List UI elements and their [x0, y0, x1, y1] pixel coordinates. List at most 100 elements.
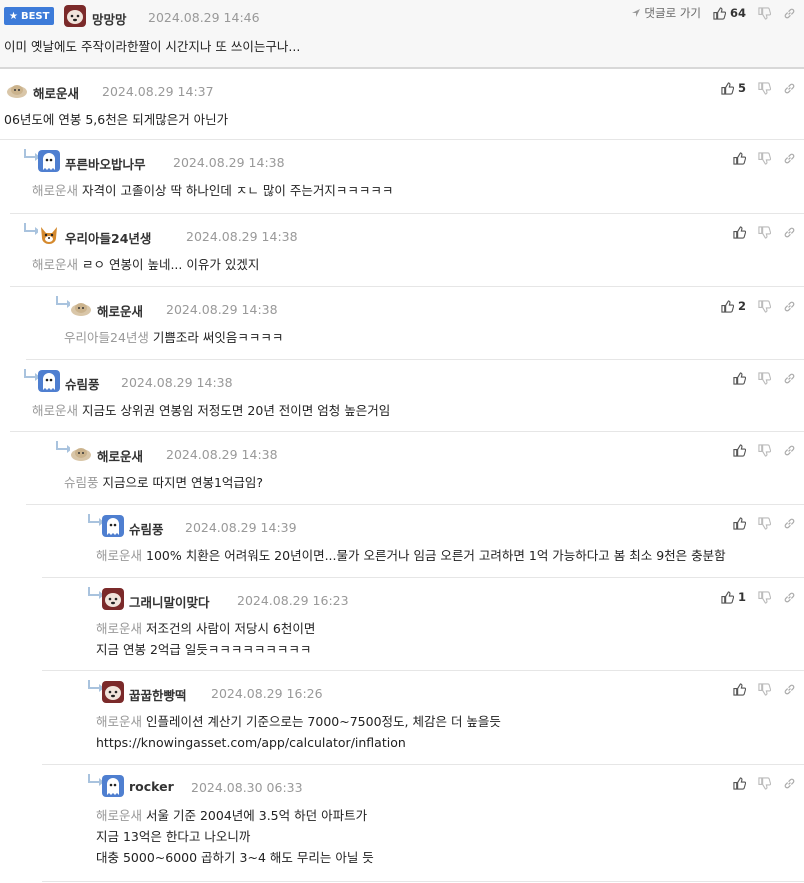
link-button[interactable] [783, 152, 796, 165]
ghost-avatar-icon [38, 150, 60, 172]
avatar[interactable] [38, 150, 60, 172]
reply-arrow-icon [88, 514, 104, 526]
dislike-button[interactable] [758, 372, 771, 385]
comment-text-line: 지금으로 따지면 연봉1억급임? [102, 475, 264, 490]
mention-tag[interactable]: 슈림풍 [64, 475, 99, 490]
mention-tag[interactable]: 해로운새 [96, 548, 142, 563]
dog-red-avatar-icon [64, 5, 86, 27]
link-button[interactable] [783, 444, 796, 457]
avatar[interactable] [102, 515, 124, 537]
dislike-button[interactable] [758, 226, 771, 239]
link-button[interactable] [783, 517, 796, 530]
comment-text-line: 대충 5000~6000 곱하기 3~4 해도 무리는 아닐 듯 [96, 850, 374, 865]
link-icon [784, 8, 795, 18]
dislike-button[interactable] [758, 299, 771, 313]
like-button[interactable] [733, 683, 746, 696]
comment-item: 우리아들24년생 2024.08.29 14:38 해로운새 ㄹㅇ 연봉이 높네..… [10, 215, 804, 287]
mention-tag[interactable]: 해로운새 [32, 257, 78, 272]
thumbs-down-icon [758, 372, 771, 385]
like-button[interactable] [733, 226, 746, 239]
comment-text-line: 기쁨조라 써잇음ㅋㅋㅋㅋ [152, 330, 284, 345]
link-button[interactable] [783, 7, 796, 20]
like-button[interactable] [733, 444, 746, 457]
avatar[interactable] [70, 297, 92, 319]
like-button[interactable]: 1 [721, 590, 746, 604]
avatar[interactable] [102, 775, 124, 797]
comment-text-line: 저조건의 사람이 저당시 6천이면 [146, 621, 316, 636]
dislike-button[interactable] [758, 517, 771, 530]
comment-author[interactable]: 해로운새 [33, 83, 79, 102]
thumbs-up-icon [733, 517, 746, 530]
dislike-button[interactable] [758, 444, 771, 457]
ghost-avatar-icon [102, 775, 124, 797]
like-button[interactable]: 2 [721, 299, 746, 313]
avatar[interactable] [6, 79, 28, 101]
link-icon [783, 226, 796, 239]
comment-author[interactable]: rocker [129, 779, 174, 794]
like-button[interactable] [733, 517, 746, 530]
comment-text: 해로운새 저조건의 사람이 저당시 6천이면 [96, 618, 315, 639]
dislike-button[interactable] [758, 6, 771, 20]
comment-author[interactable]: 해로운새 [97, 301, 143, 320]
link-icon [783, 683, 796, 696]
link-icon [783, 152, 796, 165]
thumbs-down-icon [758, 6, 771, 20]
comment-author[interactable]: 망망망 [92, 9, 127, 28]
go-to-comment-link[interactable]: 댓글로 가기 [631, 5, 701, 21]
comment-text: 우리아들24년생 기쁨조라 써잇음ㅋㅋㅋㅋ [64, 327, 283, 348]
comment-text-line: 지금 연봉 2억급 일듯ㅋㅋㅋㅋㅋㅋㅋㅋㅋ [96, 642, 312, 657]
thumbs-up-icon [733, 444, 746, 457]
comment-date: 2024.08.29 14:38 [186, 229, 298, 244]
dislike-button[interactable] [758, 590, 771, 604]
link-button[interactable] [783, 372, 796, 385]
mention-tag[interactable]: 우리아들24년생 [64, 330, 149, 345]
comment-author[interactable]: 슈림풍 [65, 374, 100, 393]
mention-tag[interactable]: 해로운새 [32, 403, 78, 418]
comment-author[interactable]: 푸른바오밥나무 [65, 154, 146, 173]
avatar[interactable] [64, 5, 86, 27]
comment-item: rocker 2024.08.30 06:33 해로운새 서울 기준 2004년에 … [42, 766, 804, 882]
comment-author[interactable]: 꿉꿉한빵떡 [129, 685, 187, 704]
reply-arrow-icon [24, 223, 40, 235]
like-button[interactable] [733, 152, 746, 165]
mention-tag[interactable]: 해로운새 [96, 714, 142, 729]
avatar[interactable] [102, 681, 124, 703]
dislike-button[interactable] [758, 777, 771, 790]
link-button[interactable] [783, 591, 796, 604]
like-button[interactable] [733, 777, 746, 790]
reply-arrow-icon [24, 149, 40, 161]
thumbs-down-icon [758, 777, 771, 790]
comment-author[interactable]: 우리아들24년생 [65, 228, 151, 247]
mention-tag[interactable]: 해로운새 [96, 808, 142, 823]
dislike-button[interactable] [758, 81, 771, 95]
ghost-avatar-icon [102, 515, 124, 537]
thumbs-down-icon [758, 81, 771, 95]
comment-text: 해로운새 ㄹㅇ 연봉이 높네... 이유가 있겠지 [32, 254, 259, 275]
mention-tag[interactable]: 해로운새 [32, 183, 78, 198]
link-button[interactable] [783, 777, 796, 790]
thumbs-down-icon [758, 299, 771, 313]
link-button[interactable] [783, 226, 796, 239]
thumbs-up-icon [721, 299, 734, 313]
avatar[interactable] [70, 442, 92, 464]
link-button[interactable] [783, 300, 796, 313]
avatar[interactable] [38, 224, 60, 246]
link-icon [783, 300, 796, 313]
mention-tag[interactable]: 해로운새 [96, 621, 142, 636]
comment-author[interactable]: 해로운새 [97, 446, 143, 465]
best-badge: ★ BEST [4, 7, 55, 25]
like-button[interactable] [733, 372, 746, 385]
like-button[interactable]: 64 [713, 6, 746, 20]
dislike-button[interactable] [758, 683, 771, 696]
thumbs-up-icon [733, 372, 746, 385]
comment-author[interactable]: 그래니말이맞다 [129, 592, 210, 611]
like-button[interactable]: 5 [721, 81, 746, 95]
link-icon [783, 517, 796, 530]
comment-date: 2024.08.29 14:38 [121, 375, 233, 390]
comment-author[interactable]: 슈림풍 [129, 519, 164, 538]
avatar[interactable] [102, 588, 124, 610]
link-button[interactable] [783, 82, 796, 95]
dislike-button[interactable] [758, 152, 771, 165]
avatar[interactable] [38, 370, 60, 392]
link-button[interactable] [783, 683, 796, 696]
